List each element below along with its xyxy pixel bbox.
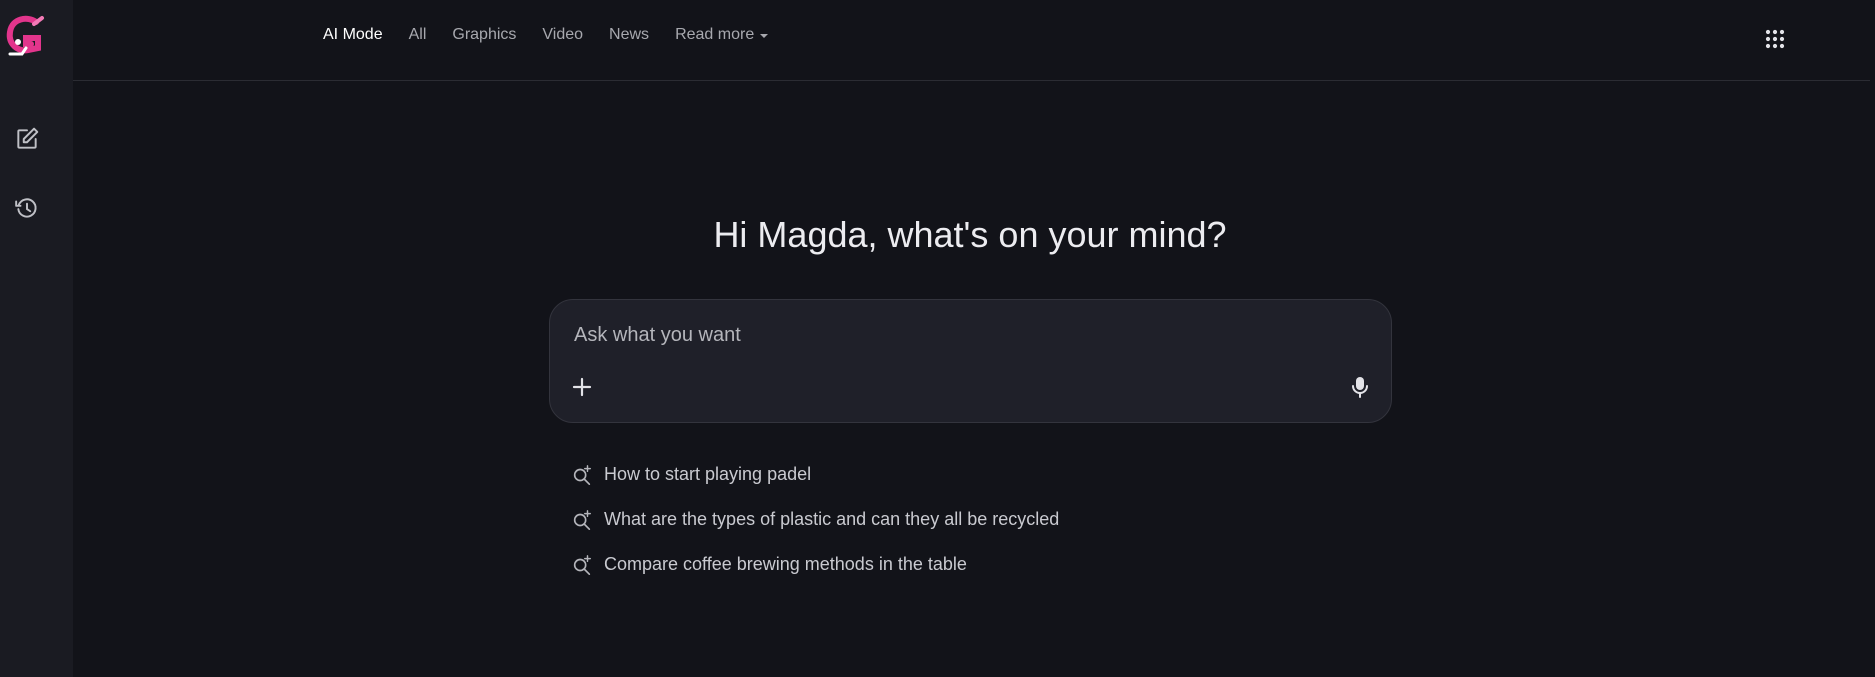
search-box bbox=[549, 299, 1392, 423]
suggestion-item[interactable]: How to start playing padel bbox=[570, 452, 1059, 497]
plus-icon bbox=[572, 377, 592, 397]
read-more-dropdown[interactable]: Read more bbox=[675, 26, 769, 44]
tab-ai-mode[interactable]: AI Mode bbox=[323, 26, 383, 44]
sparkle-search-icon bbox=[570, 463, 594, 487]
microphone-icon bbox=[1352, 377, 1368, 398]
sparkle-search-icon bbox=[570, 508, 594, 532]
read-more-label: Read more bbox=[675, 26, 755, 43]
tab-all[interactable]: All bbox=[409, 26, 427, 44]
suggestion-list: How to start playing padel What are the … bbox=[570, 452, 1059, 587]
suggestion-text: What are the types of plastic and can th… bbox=[604, 509, 1060, 529]
tab-graphics[interactable]: Graphics bbox=[452, 26, 516, 44]
tab-news[interactable]: News bbox=[609, 26, 649, 44]
left-rail bbox=[0, 0, 73, 677]
add-attachment-button[interactable] bbox=[568, 373, 596, 401]
suggestion-item[interactable]: What are the types of plastic and can th… bbox=[570, 497, 1059, 542]
tab-video[interactable]: Video bbox=[542, 26, 583, 44]
voice-input-button[interactable] bbox=[1346, 373, 1374, 401]
suggestion-text: How to start playing padel bbox=[604, 464, 812, 484]
search-nav: AI Mode All Graphics Video News Read mor… bbox=[323, 26, 794, 44]
suggestion-item[interactable]: Compare coffee brewing methods in the ta… bbox=[570, 542, 1059, 587]
greeting-heading: Hi Magda, what's on your mind? bbox=[0, 214, 1875, 256]
search-input[interactable] bbox=[572, 320, 1356, 350]
top-bar: AI Mode All Graphics Video News Read mor… bbox=[73, 0, 1870, 81]
edit-icon bbox=[17, 127, 39, 149]
greeting-text: Hi Magda, what's on your mind? bbox=[713, 214, 1227, 255]
new-chat-button[interactable] bbox=[10, 122, 44, 156]
caret-down-icon bbox=[760, 34, 769, 38]
brand-logo-icon[interactable] bbox=[4, 14, 50, 58]
apps-grid-icon bbox=[1765, 29, 1785, 49]
sparkle-search-icon bbox=[570, 553, 594, 577]
app-root: AI Mode All Graphics Video News Read mor… bbox=[0, 0, 1875, 677]
apps-button[interactable] bbox=[1760, 24, 1790, 54]
suggestion-text: Compare coffee brewing methods in the ta… bbox=[604, 554, 967, 574]
